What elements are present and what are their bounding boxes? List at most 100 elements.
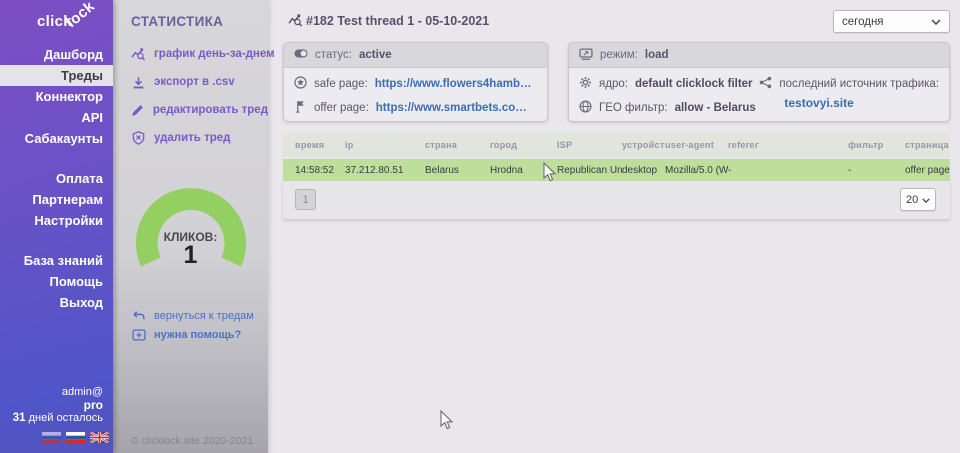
stats-action-label: удалить тред: [154, 132, 230, 144]
table-cell: -: [848, 165, 905, 176]
sidebar-item-knowledge-base[interactable]: База знаний: [0, 250, 113, 271]
offer-page-row: offer page: https://www.smartbets.com/fo…: [294, 96, 537, 120]
mode-panel: режим: load ядро: default clicklock filt…: [568, 42, 950, 122]
toggle-icon: [294, 49, 308, 61]
share-icon: [759, 76, 772, 92]
sidebar-item-settings[interactable]: Настройки: [0, 210, 113, 231]
column-header-9: страница: [905, 140, 950, 150]
status-label: статус:: [315, 49, 352, 61]
stats-action-delete-thread[interactable]: удалить тред: [113, 124, 268, 152]
status-panel-body: safe page: https://www.flowers4hamburg.c…: [284, 68, 547, 120]
page-title: #182 Test thread 1 - 05-10-2021: [306, 14, 489, 28]
stats-actions: график день-за-днем экспорт в .csv редакти…: [113, 40, 268, 152]
table-cell: 14:58:52: [283, 165, 345, 176]
clicks-table-row[interactable]: 14:58:5237.212.80.51BelarusHrodnaRepubli…: [283, 159, 950, 181]
page-size-value: 20: [906, 194, 918, 206]
geo-value: allow - Belarus: [675, 102, 756, 114]
chevron-down-icon: [922, 194, 930, 206]
app-logo[interactable]: click lock: [0, 0, 113, 42]
offer-page-link[interactable]: https://www.smartbets.com/football/tea..…: [376, 102, 537, 114]
core-row: ядро: default clicklock filter: [579, 72, 759, 96]
column-header-2: страна: [425, 140, 490, 150]
mode-left-column: ядро: default clicklock filter ГЕО фильт…: [579, 72, 759, 120]
sidebar-item-subaccounts[interactable]: Сабакаунты: [0, 128, 113, 149]
stats-links: вернуться к тредамнужна помощь?: [113, 306, 268, 344]
clicks-gauge: КЛИКОВ: 1: [113, 186, 268, 271]
sidebar-item-dashboard[interactable]: Дашборд: [0, 44, 113, 65]
column-header-7: referer: [728, 140, 848, 150]
table-cell: Hrodna: [490, 165, 557, 176]
column-header-6: user-agent: [665, 140, 728, 150]
days-number: 31: [13, 412, 26, 424]
stats-action-label: экспорт в .csv: [154, 76, 235, 88]
page-size-select[interactable]: 20: [900, 188, 936, 211]
sidebar-item-threads[interactable]: Треды: [0, 65, 113, 86]
traffic-source-label: последний источник трафика:: [779, 78, 939, 90]
status-panel: статус: active safe page: https://www.fl…: [283, 42, 548, 122]
mode-value: load: [645, 49, 669, 61]
account-info: admin@ pro 31 дней осталось: [0, 386, 113, 425]
sidebar-item-connector[interactable]: Коннектор: [0, 86, 113, 107]
flag-ru-faded-icon[interactable]: [42, 432, 61, 443]
table-cell: offer page: [905, 165, 950, 176]
column-header-5: устройство: [622, 140, 665, 150]
stats-action-edit-thread[interactable]: редактировать тред: [113, 96, 268, 124]
offer-page-label: offer page:: [314, 102, 369, 114]
globe-icon: [579, 100, 592, 116]
mode-panel-header: режим: load: [569, 43, 949, 68]
language-switcher: [42, 432, 109, 443]
flag-ru-icon[interactable]: [66, 432, 85, 443]
flag-pole-icon: [294, 100, 307, 116]
status-panel-header: статус: active: [284, 43, 547, 68]
sidebar: click lock ДашбордТредыКоннекторAPIСабак…: [0, 0, 113, 453]
gear-icon: [579, 76, 592, 92]
app: click lock ДашбордТредыКоннекторAPIСабак…: [0, 0, 960, 453]
gauge-value: 1: [113, 241, 268, 270]
pencil-icon: [131, 104, 145, 117]
core-label: ядро:: [599, 78, 628, 90]
period-select[interactable]: сегодня: [833, 10, 950, 33]
undo-icon: [131, 310, 146, 321]
flag-uk-icon[interactable]: [90, 432, 109, 443]
table-cell: Mozilla/5.0 (Win...: [665, 165, 728, 176]
traffic-source-link[interactable]: testovyi.site: [784, 96, 939, 110]
column-header-1: ip: [345, 140, 425, 150]
safe-page-link[interactable]: https://www.flowers4hamburg.com/: [375, 78, 537, 90]
table-cell: 37.212.80.51: [345, 165, 425, 176]
sidebar-item-payment[interactable]: Оплата: [0, 168, 113, 189]
table-cell: Republican Unita...: [557, 165, 622, 176]
table-cell: -: [728, 165, 848, 176]
mode-right-column: последний источник трафика: testovyi.sit…: [759, 72, 939, 120]
sidebar-item-logout[interactable]: Выход: [0, 292, 113, 313]
sidebar-item-partners[interactable]: Партнерам: [0, 189, 113, 210]
column-header-0: время: [283, 140, 345, 150]
sidebar-item-help[interactable]: Помощь: [0, 271, 113, 292]
table-cell: Belarus: [425, 165, 490, 176]
stats-sidebar: СТАТИСТИКА график день-за-днем экспорт в …: [113, 0, 268, 453]
chart-zoom-icon: [131, 47, 146, 61]
column-header-4: ISP: [557, 140, 622, 150]
stats-title: СТАТИСТИКА: [131, 14, 223, 29]
table-cell: desktop: [622, 165, 665, 176]
column-header-3: город: [490, 140, 557, 150]
help-plus-icon: [131, 329, 146, 341]
copyright: © clicklock.site 2020-2021: [131, 435, 253, 447]
stats-action-label: редактировать тред: [153, 104, 268, 116]
stats-link-need-help[interactable]: нужна помощь?: [113, 325, 268, 344]
stats-action-export-csv[interactable]: экспорт в .csv: [113, 68, 268, 96]
stats-link-back-to-threads[interactable]: вернуться к тредам: [113, 306, 268, 325]
shield-x-icon: [131, 131, 146, 145]
sidebar-item-api[interactable]: API: [0, 107, 113, 128]
page-button-1[interactable]: 1: [295, 189, 316, 210]
period-select-value: сегодня: [842, 16, 884, 28]
mode-panel-body: ядро: default clicklock filter ГЕО фильт…: [569, 68, 949, 120]
account-plan: pro: [0, 399, 103, 412]
main-content: #182 Test thread 1 - 05-10-2021 сегодня …: [268, 0, 960, 453]
clicks-table-header: времяipстранагородISPустройствоuser-agen…: [283, 133, 950, 157]
pagination-bar: 1 20: [283, 181, 950, 219]
safe-page-label: safe page:: [314, 78, 368, 90]
geo-filter-row: ГЕО фильтр: allow - Belarus: [579, 96, 759, 120]
traffic-source-row: последний источник трафика:: [759, 72, 939, 96]
stats-action-daily-chart[interactable]: график день-за-днем: [113, 40, 268, 68]
sidebar-menu: ДашбордТредыКоннекторAPIСабакаунты Оплата…: [0, 44, 113, 313]
